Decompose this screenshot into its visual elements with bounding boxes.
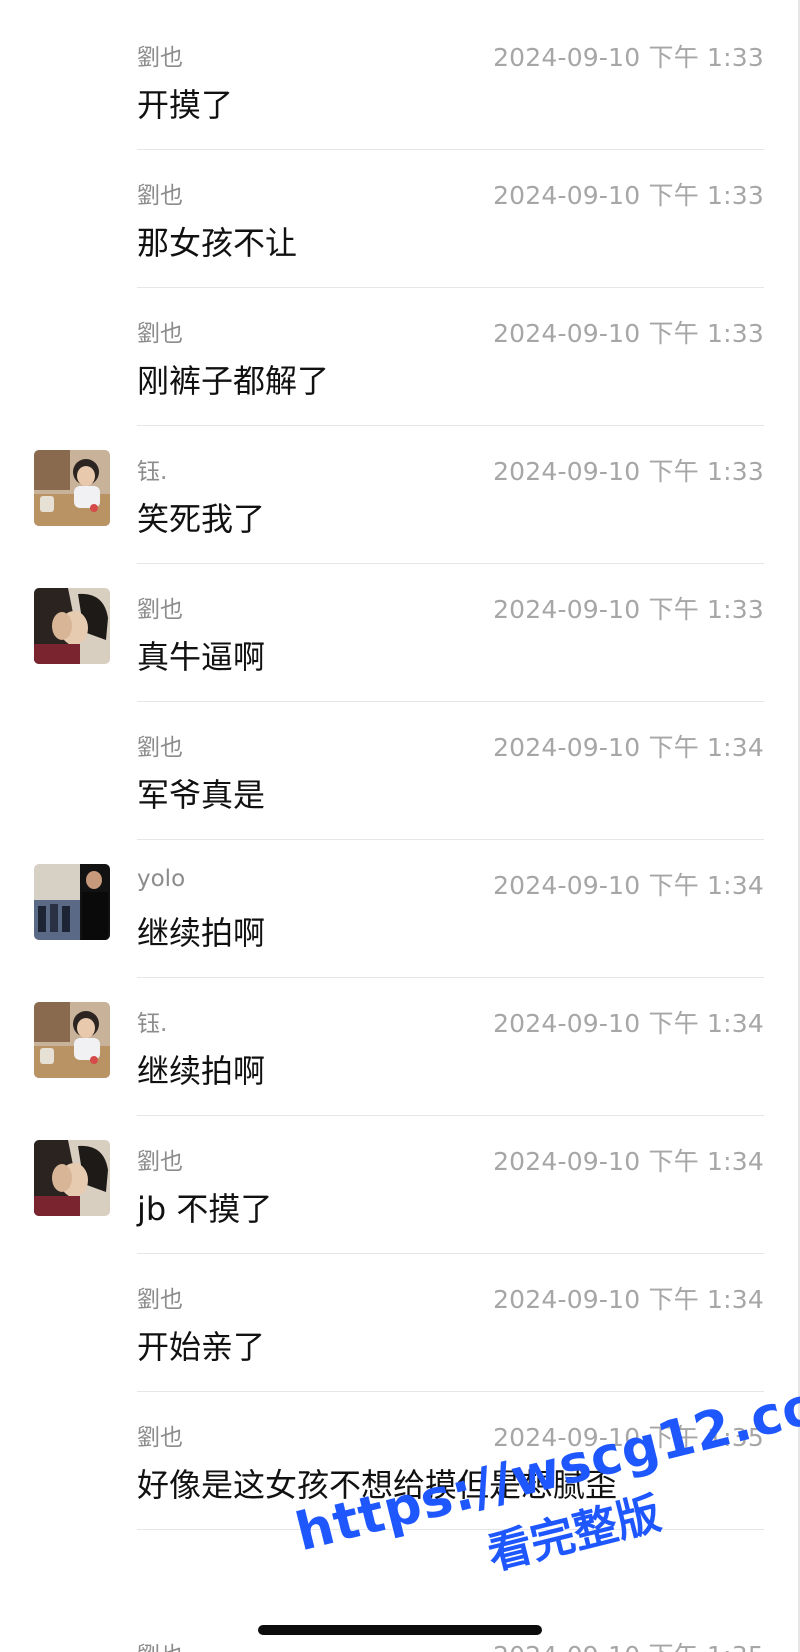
message-item[interactable]: 劉也 2024-09-10 下午 1:33 真牛逼啊	[0, 564, 800, 702]
message-item[interactable]: 钰. 2024-09-10 下午 1:33 笑死我了	[0, 426, 800, 564]
sender-name: 钰.	[137, 1011, 168, 1037]
message-time: 2024-09-10 下午 1:35	[493, 1423, 764, 1452]
avatar[interactable]	[34, 588, 110, 664]
message-text: 开摸了	[137, 86, 234, 124]
message-time: 2024-09-10 下午 1:34	[493, 733, 764, 762]
sender-name: 劉也	[137, 597, 183, 623]
sender-name: 劉也	[137, 1636, 183, 1652]
message-text: 开始亲了	[137, 1328, 266, 1366]
message-time: 2024-09-10 下午 1:33	[493, 181, 764, 210]
sender-name: 劉也	[137, 1149, 183, 1175]
message-time: 2024-09-10 下午 1:33	[493, 595, 764, 624]
message-time: 2024-09-10 下午 1:33	[493, 457, 764, 486]
yolo-avatar-image	[34, 864, 110, 940]
liuye-avatar-image	[34, 588, 110, 664]
sender-name: 劉也	[137, 183, 183, 209]
chat-history-page: 劉也 2024-09-10 下午 1:33 开摸了 劉也 2024-09-10 …	[0, 0, 800, 1652]
sender-name: 钰.	[137, 459, 168, 485]
message-time: 2024-09-10 下午 1:34	[493, 1009, 764, 1038]
sender-name: 劉也	[137, 1425, 183, 1451]
message-text: 继续拍啊	[137, 914, 266, 952]
message-text: 好像是这女孩不想给摸但是想腻歪	[137, 1466, 618, 1504]
message-time: 2024-09-10 下午 1:33	[493, 319, 764, 348]
message-item[interactable]: 劉也 2024-09-10 下午 1:33 那女孩不让	[0, 150, 800, 288]
message-text: 那女孩不让	[137, 224, 298, 262]
message-item[interactable]: 劉也 2024-09-10 下午 1:33 刚裤子都解了	[0, 288, 800, 426]
message-text: 笑死我了	[137, 500, 266, 538]
message-item[interactable]: 劉也 2024-09-10 下午 1:34 开始亲了	[0, 1254, 800, 1392]
sender-name: 劉也	[137, 1287, 183, 1313]
home-indicator[interactable]	[258, 1625, 542, 1635]
message-text: 军爷真是	[137, 776, 266, 814]
sender-name: yolo	[137, 866, 186, 892]
message-time: 2024-09-10 下午 1:34	[493, 1285, 764, 1314]
message-item[interactable]: 钰. 2024-09-10 下午 1:34 继续拍啊	[0, 978, 800, 1116]
avatar[interactable]	[34, 450, 110, 526]
sender-name: 劉也	[137, 735, 183, 761]
yu-avatar-image	[34, 450, 110, 526]
message-item[interactable]: yolo 2024-09-10 下午 1:34 继续拍啊	[0, 840, 800, 978]
message-time: 2024-09-10 下午 1:33	[493, 43, 764, 72]
avatar[interactable]	[34, 864, 110, 940]
avatar[interactable]	[34, 1140, 110, 1216]
message-time: 2024-09-10 下午 1:35	[493, 1636, 764, 1652]
avatar[interactable]	[34, 1002, 110, 1078]
message-item[interactable]: 劉也 2024-09-10 下午 1:34 jb 不摸了	[0, 1116, 800, 1254]
message-item[interactable]: 劉也 2024-09-10 下午 1:33 开摸了	[0, 0, 800, 150]
message-text: 刚裤子都解了	[137, 362, 330, 400]
message-text: 继续拍啊	[137, 1052, 266, 1090]
liuye-avatar-image	[34, 1140, 110, 1216]
message-time: 2024-09-10 下午 1:34	[493, 1147, 764, 1176]
message-text: jb 不摸了	[137, 1190, 273, 1228]
sender-name: 劉也	[137, 45, 183, 71]
sender-name: 劉也	[137, 321, 183, 347]
message-time: 2024-09-10 下午 1:34	[493, 871, 764, 900]
message-item[interactable]: 劉也 2024-09-10 下午 1:34 军爷真是	[0, 702, 800, 840]
yu-avatar-image	[34, 1002, 110, 1078]
message-item[interactable]: 劉也 2024-09-10 下午 1:35 好像是这女孩不想给摸但是想腻歪	[0, 1392, 800, 1530]
message-text: 真牛逼啊	[137, 638, 266, 676]
